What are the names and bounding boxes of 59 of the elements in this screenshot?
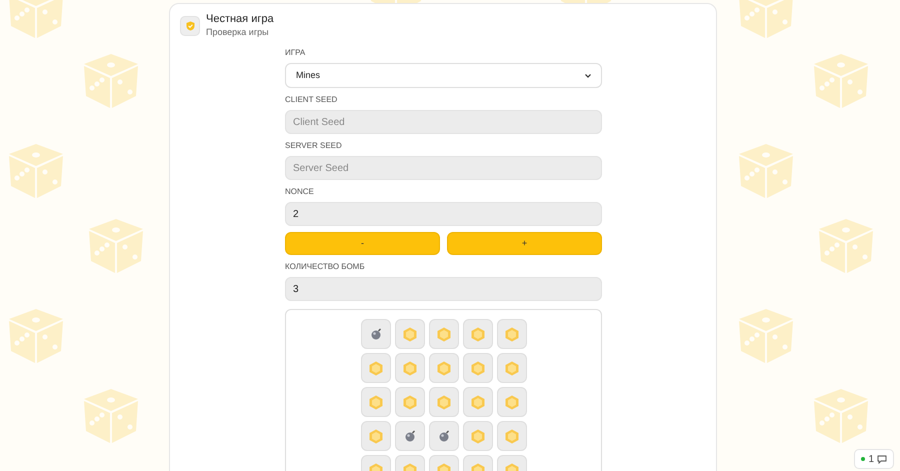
gem-icon: [368, 428, 382, 444]
chevron-down-icon: [585, 74, 591, 78]
bomb-icon: [438, 430, 450, 442]
bomb-count-field[interactable]: 3: [285, 277, 602, 301]
page-title: Честная игра: [206, 13, 274, 27]
grid-tile[interactable]: [428, 387, 458, 417]
grid-tile[interactable]: [394, 421, 424, 451]
client-seed-field[interactable]: Client Seed: [285, 110, 602, 134]
field-label: CLIENT SEED: [285, 94, 338, 106]
gem-icon: [368, 360, 382, 376]
grid-tile[interactable]: [394, 353, 424, 383]
grid-tile[interactable]: [360, 319, 390, 349]
gem-icon: [402, 326, 416, 342]
gem-icon: [504, 394, 518, 410]
grid-tile[interactable]: [428, 353, 458, 383]
gem-icon: [436, 326, 450, 342]
game-select[interactable]: Mines: [285, 63, 602, 88]
grid-tile[interactable]: [360, 421, 390, 451]
grid-tile[interactable]: [360, 353, 390, 383]
gem-icon: [504, 428, 518, 444]
grid-tile[interactable]: [496, 319, 526, 349]
bomb-icon: [370, 328, 382, 340]
grid-tile[interactable]: [394, 387, 424, 417]
gem-icon: [470, 394, 484, 410]
gem-icon: [504, 360, 518, 376]
grid-tile[interactable]: [462, 319, 492, 349]
field-label: SERVER SEED: [285, 140, 343, 152]
gem-icon: [402, 394, 416, 410]
grid-tile[interactable]: [360, 387, 390, 417]
grid-tile[interactable]: [496, 387, 526, 417]
server-seed-field[interactable]: Server Seed: [285, 156, 602, 180]
gem-icon: [470, 326, 484, 342]
gem-icon: [470, 428, 484, 444]
gem-icon: [368, 394, 382, 410]
field-label: NONCE: [285, 186, 315, 198]
grid-tile[interactable]: [496, 353, 526, 383]
gem-icon: [504, 326, 518, 342]
grid-tile[interactable]: [428, 319, 458, 349]
grid-tile[interactable]: [462, 387, 492, 417]
gem-icon: [436, 360, 450, 376]
chat-icon: [877, 454, 887, 464]
grid-tile[interactable]: [462, 353, 492, 383]
bomb-icon: [404, 430, 416, 442]
gem-icon: [470, 360, 484, 376]
decrement-button[interactable]: -: [285, 232, 440, 255]
page-subtitle: Проверка игры: [206, 26, 270, 38]
increment-button[interactable]: +: [447, 232, 602, 255]
chat-widget[interactable]: 1: [854, 449, 894, 469]
shield-check-icon: [186, 20, 194, 30]
grid-tile[interactable]: [428, 421, 458, 451]
gem-icon: [402, 360, 416, 376]
grid-tile[interactable]: [496, 421, 526, 451]
grid-tile[interactable]: [462, 421, 492, 451]
grid-tile[interactable]: [394, 319, 424, 349]
gem-icon: [436, 394, 450, 410]
online-count: 1: [868, 452, 874, 466]
field-label: КОЛИЧЕСТВО БОМБ: [285, 261, 366, 273]
nonce-field[interactable]: 2: [285, 202, 602, 226]
field-label: ИГРА: [285, 47, 306, 59]
